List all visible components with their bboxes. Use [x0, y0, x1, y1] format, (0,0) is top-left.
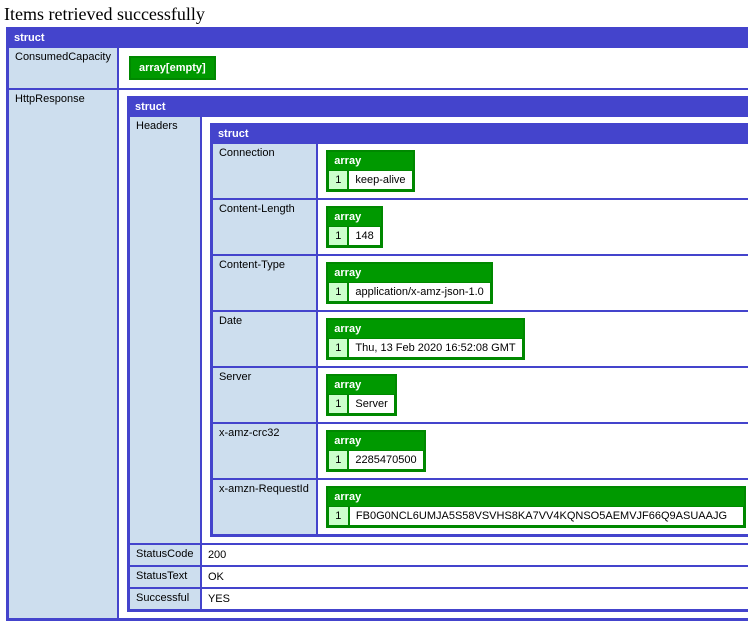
- array-connection: array 1 keep-alive: [326, 150, 414, 192]
- array-x-amz-crc32: array 1 2285470500: [326, 430, 425, 472]
- array-content-length: array 1 148: [326, 206, 382, 248]
- key-x-amzn-request-id[interactable]: x-amzn-RequestId: [212, 479, 317, 535]
- struct-header[interactable]: struct: [129, 98, 748, 116]
- array-value: 2285470500: [348, 450, 423, 470]
- val-http-response: struct Headers struct Connection: [118, 89, 748, 619]
- struct-headers: struct Connection array: [210, 123, 748, 537]
- val-content-type: array 1 application/x-amz-json-1.0: [317, 255, 748, 311]
- key-date[interactable]: Date: [212, 311, 317, 367]
- array-header[interactable]: array: [328, 320, 522, 338]
- val-x-amzn-request-id: array 1 FB0G0NCL6UMJA5S58VSVHS8KA7VV4KQN…: [317, 479, 748, 535]
- val-status-text: OK: [201, 566, 748, 588]
- key-connection[interactable]: Connection: [212, 143, 317, 199]
- array-value: FB0G0NCL6UMJA5S58VSVHS8KA7VV4KQNSO5AEMVJ…: [349, 506, 744, 526]
- array-header[interactable]: array: [328, 208, 380, 226]
- val-consumed-capacity: array[empty]: [118, 47, 748, 89]
- val-server: array 1 Server: [317, 367, 748, 423]
- key-http-response[interactable]: HttpResponse: [8, 89, 118, 619]
- array-value: application/x-amz-json-1.0: [348, 282, 490, 302]
- struct-header[interactable]: struct: [212, 125, 748, 143]
- key-headers[interactable]: Headers: [129, 116, 201, 544]
- array-value: 148: [348, 226, 380, 246]
- val-x-amz-crc32: array 1 2285470500: [317, 423, 748, 479]
- array-value: keep-alive: [348, 170, 412, 190]
- val-content-length: array 1 148: [317, 199, 748, 255]
- array-header[interactable]: array: [328, 152, 412, 170]
- val-date: array 1 Thu, 13 Feb 2020 16:52:08 GMT: [317, 311, 748, 367]
- struct-http-response: struct Headers struct Connection: [127, 96, 748, 612]
- val-headers: struct Connection array: [201, 116, 748, 544]
- key-status-code[interactable]: StatusCode: [129, 544, 201, 566]
- array-empty-badge[interactable]: array[empty]: [129, 56, 216, 80]
- array-index[interactable]: 1: [328, 226, 348, 246]
- array-value: Server: [348, 394, 394, 414]
- page-title: Items retrieved successfully: [4, 4, 744, 25]
- array-value: Thu, 13 Feb 2020 16:52:08 GMT: [348, 338, 522, 358]
- key-consumed-capacity[interactable]: ConsumedCapacity: [8, 47, 118, 89]
- array-content-type: array 1 application/x-amz-json-1.0: [326, 262, 493, 304]
- array-index[interactable]: 1: [328, 394, 348, 414]
- val-connection: array 1 keep-alive: [317, 143, 748, 199]
- struct-root: struct ConsumedCapacity array[empty] Htt…: [6, 27, 748, 621]
- array-index[interactable]: 1: [328, 282, 348, 302]
- array-date: array 1 Thu, 13 Feb 2020 16:52:08 GMT: [326, 318, 524, 360]
- array-header[interactable]: array: [328, 264, 491, 282]
- array-index[interactable]: 1: [328, 338, 348, 358]
- array-index[interactable]: 1: [328, 506, 349, 526]
- array-header[interactable]: array: [328, 432, 423, 450]
- key-server[interactable]: Server: [212, 367, 317, 423]
- array-header[interactable]: array: [328, 488, 743, 506]
- key-x-amz-crc32[interactable]: x-amz-crc32: [212, 423, 317, 479]
- array-index[interactable]: 1: [328, 170, 348, 190]
- key-successful[interactable]: Successful: [129, 588, 201, 610]
- struct-header[interactable]: struct: [8, 29, 748, 47]
- key-content-length[interactable]: Content-Length: [212, 199, 317, 255]
- val-successful: YES: [201, 588, 748, 610]
- key-content-type[interactable]: Content-Type: [212, 255, 317, 311]
- array-header[interactable]: array: [328, 376, 395, 394]
- array-x-amzn-request-id: array 1 FB0G0NCL6UMJA5S58VSVHS8KA7VV4KQN…: [326, 486, 745, 528]
- array-index[interactable]: 1: [328, 450, 348, 470]
- val-status-code: 200: [201, 544, 748, 566]
- array-server: array 1 Server: [326, 374, 397, 416]
- key-status-text[interactable]: StatusText: [129, 566, 201, 588]
